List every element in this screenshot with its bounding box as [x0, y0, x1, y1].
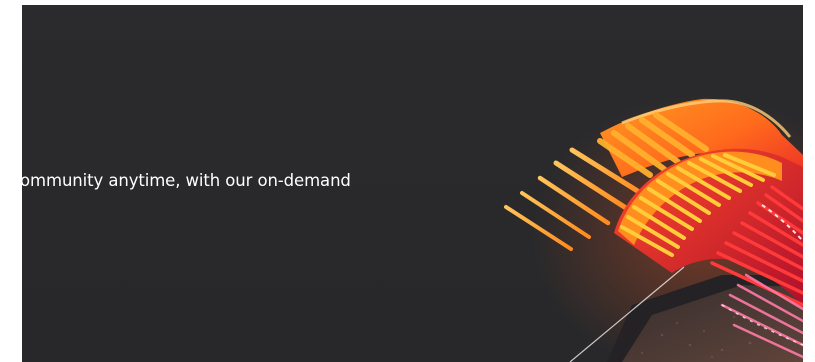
hero-banner: ommunity anytime, with our on-demand	[22, 5, 803, 362]
page-frame: ommunity anytime, with our on-demand	[0, 0, 815, 362]
hero-tagline: ommunity anytime, with our on-demand	[22, 171, 351, 190]
